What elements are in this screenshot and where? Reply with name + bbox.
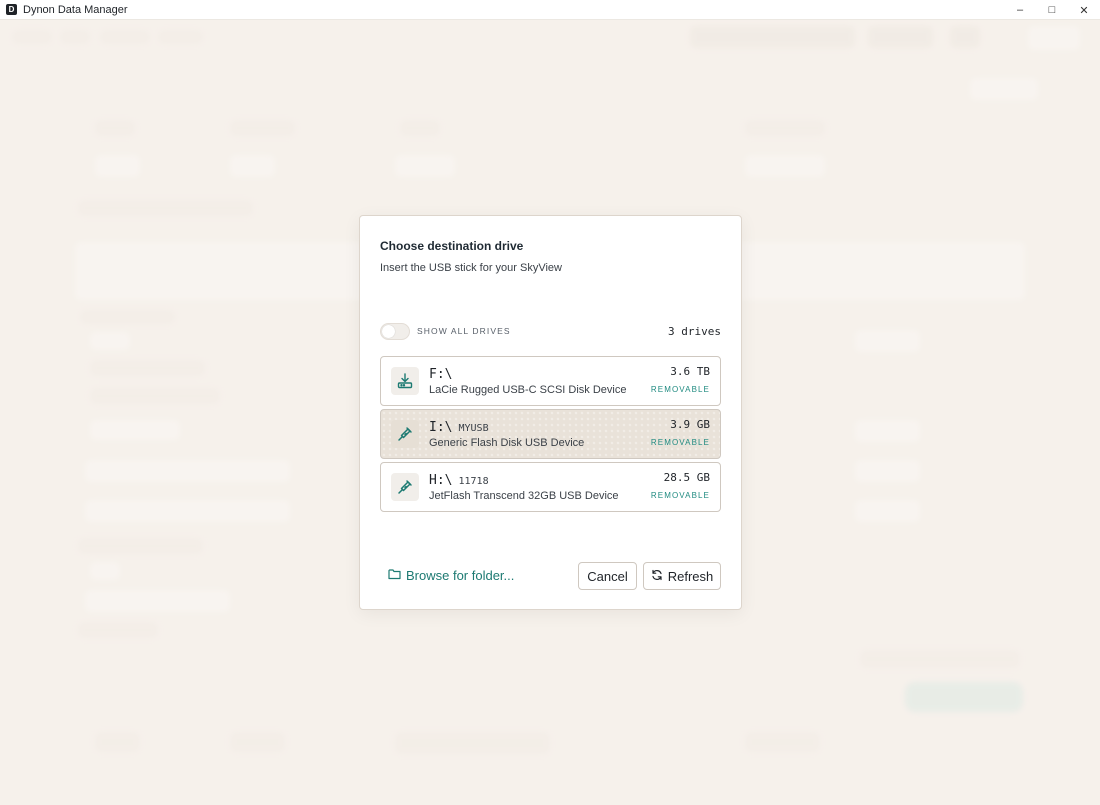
drive-letter: H:\ 11718 [429,473,489,488]
drive-letter-text: F:\ [429,367,453,382]
usb-icon [391,420,419,448]
drive-letter-text: I:\ [429,420,453,435]
show-all-drives-row: SHOW ALL DRIVES 3 drives [380,322,721,340]
drive-item-i[interactable]: I:\ MYUSB Generic Flash Disk USB Device 3… [380,409,721,459]
app-logo-icon: D [6,4,17,15]
drive-item-h[interactable]: H:\ 11718 JetFlash Transcend 32GB USB Dev… [380,462,721,512]
title-bar: D Dynon Data Manager – □ ✕ [0,0,1100,20]
drive-download-icon [391,367,419,395]
drive-removable-tag: REMOVABLE [650,491,710,500]
drive-size: 3.9 GB [670,418,710,431]
drive-letter: F:\ [429,367,452,382]
minimize-button[interactable]: – [1004,0,1036,20]
drive-removable-tag: REMOVABLE [650,385,710,394]
close-button[interactable]: ✕ [1068,0,1100,20]
refresh-label: Refresh [667,568,714,584]
choose-drive-dialog: Choose destination drive Insert the USB … [359,215,742,610]
drive-volume-label: 11718 [458,476,489,487]
drive-item-f[interactable]: F:\ LaCie Rugged USB-C SCSI Disk Device … [380,356,721,406]
refresh-button[interactable]: Refresh [643,562,721,590]
dialog-footer: Browse for folder... Cancel Refresh [380,562,721,590]
folder-icon [388,568,401,583]
drive-name: Generic Flash Disk USB Device [429,437,585,449]
drive-count: 3 drives [668,324,721,338]
drive-letter-text: H:\ [429,473,453,488]
drive-volume-label: MYUSB [458,423,489,434]
dialog-title: Choose destination drive [380,239,524,253]
browse-for-folder-link[interactable]: Browse for folder... [388,568,514,583]
drive-letter: I:\ MYUSB [429,420,489,435]
show-all-drives-label: SHOW ALL DRIVES [417,326,511,336]
browse-label: Browse for folder... [406,568,515,583]
toggle-knob [382,324,395,338]
drive-size: 28.5 GB [663,471,710,484]
cancel-button[interactable]: Cancel [578,562,637,590]
maximize-button[interactable]: □ [1036,0,1068,20]
window-controls: – □ ✕ [1004,0,1100,20]
drive-list: F:\ LaCie Rugged USB-C SCSI Disk Device … [380,356,721,515]
drive-size: 3.6 TB [670,365,710,378]
drive-name: LaCie Rugged USB-C SCSI Disk Device [429,384,627,396]
window-title: Dynon Data Manager [23,3,128,16]
refresh-icon [651,569,663,584]
drive-removable-tag: REMOVABLE [650,438,710,447]
show-all-drives-toggle[interactable] [380,322,410,340]
drive-name: JetFlash Transcend 32GB USB Device [429,490,619,502]
dialog-subtitle: Insert the USB stick for your SkyView [380,262,562,274]
usb-icon [391,473,419,501]
